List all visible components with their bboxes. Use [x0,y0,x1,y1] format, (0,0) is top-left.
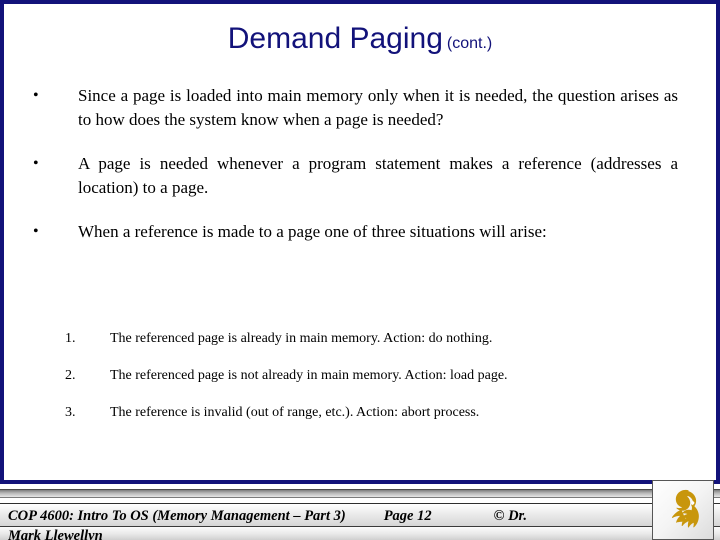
footer-copyright-label: © Dr. [493,507,528,524]
slide-border-left [0,0,4,484]
numbered-item: 3. The reference is invalid (out of rang… [0,403,720,422]
bullet-marker-icon: • [33,155,39,172]
bullet-text: When a reference is made to a page one o… [78,222,547,241]
presentation-slide: Demand Paging (cont.) • Since a page is l… [0,0,720,540]
footer-second-line-bar [0,526,720,540]
footer-author-label: Mark Llewellyn [8,528,103,540]
numbered-item-text: The referenced page is not already in ma… [110,368,508,383]
bullet-marker-icon: • [33,223,39,240]
bullet-marker-icon: • [33,87,39,104]
numbered-item-text: The reference is invalid (out of range, … [110,405,480,420]
footer-text-row: COP 4600: Intro To OS (Memory Management… [0,505,720,527]
bullet-text: Since a page is loaded into main memory … [78,86,678,129]
slide-border-right [716,0,720,484]
bullet-list: • Since a page is loaded into main memor… [0,84,720,265]
bullet-item: • When a reference is made to a page one… [0,220,720,244]
bullet-item: • A page is needed whenever a program st… [0,152,720,199]
numbered-list: 1. The referenced page is already in mai… [0,329,720,440]
slide-title-suffix: (cont.) [446,35,493,52]
slide-border-top [0,0,720,4]
numbered-item-marker: 1. [65,331,76,346]
slide-title: Demand Paging (cont.) [4,22,716,56]
bullet-text: A page is needed whenever a program stat… [78,154,678,197]
logo-panel [652,480,714,540]
footer-page-number: Page 12 [383,507,432,524]
numbered-item-text: The referenced page is already in main m… [110,331,493,346]
slide-footer: COP 4600: Intro To OS (Memory Management… [0,480,720,540]
numbered-item: 2. The referenced page is not already in… [0,366,720,385]
numbered-item-marker: 2. [65,368,76,383]
numbered-item-marker: 3. [65,405,76,420]
footer-accent-bar [0,489,720,498]
ucf-pegasus-logo-icon [671,489,699,528]
bullet-item: • Since a page is loaded into main memor… [0,84,720,131]
numbered-item: 1. The referenced page is already in mai… [0,329,720,348]
footer-course-label: COP 4600: Intro To OS (Memory Management… [8,507,346,524]
slide-title-main: Demand Paging [227,22,443,55]
